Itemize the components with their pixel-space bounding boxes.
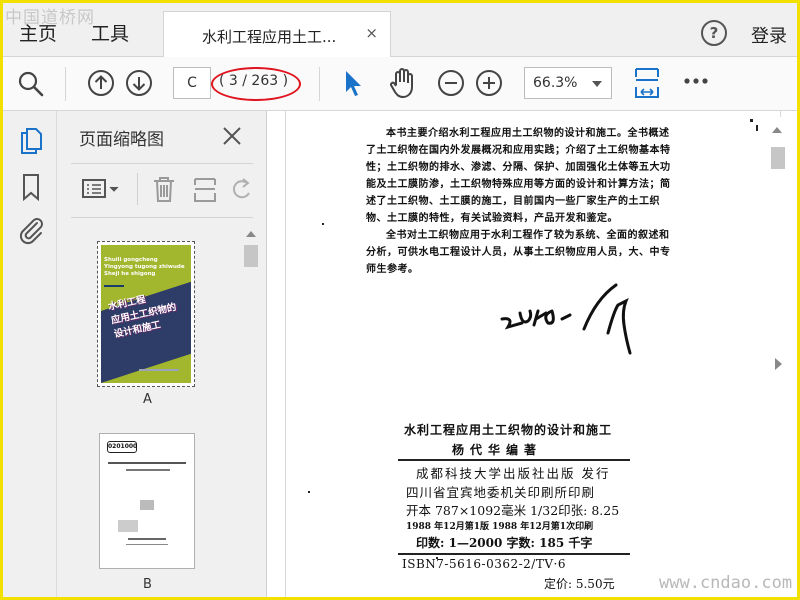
handwritten-signature bbox=[500, 283, 632, 355]
more-icon[interactable] bbox=[683, 75, 711, 87]
extract-page-icon[interactable] bbox=[191, 175, 219, 203]
divider bbox=[71, 163, 253, 164]
search-icon[interactable] bbox=[17, 70, 45, 98]
tab-bar: 中国道桥网 主页 工具 水利工程应用土工... × ? 登录 bbox=[3, 3, 797, 57]
intro-paragraph: 本书主要介绍水利工程应用土工织物的设计和施工。全书概述了土工织物在国内外发展概况… bbox=[366, 128, 671, 224]
watermark-bottom: www.cndao.com bbox=[659, 573, 793, 593]
fit-page-icon[interactable] bbox=[633, 65, 661, 101]
chevron-down-icon bbox=[592, 81, 602, 87]
thumbnail-panel-title: 页面缩略图 bbox=[79, 130, 164, 150]
colophon-print-count: 印数: 1—2000 字数: 185 千字 bbox=[416, 536, 593, 550]
cover-publisher-line bbox=[139, 369, 179, 371]
cover-pinyin: Shuili gongcheng Yingyong tugong zhiwude… bbox=[104, 257, 185, 277]
intro-paragraph: 全书对土工织物应用于水利工程作了较为系统、全面的叙述和分析，可供水电工程设计人员… bbox=[366, 230, 671, 275]
toolbar: C ( 3 / 263 ) 66.3% bbox=[3, 57, 797, 111]
rotate-icon[interactable] bbox=[231, 175, 253, 203]
colophon-isbn: ISBN7-5616-0362-2/TV·6 bbox=[402, 557, 566, 571]
book-cover: Shuili gongcheng Yingyong tugong zhiwude… bbox=[101, 245, 191, 383]
thumbnail-label-b: B bbox=[143, 577, 152, 592]
thumbnail-options-icon[interactable] bbox=[81, 177, 121, 201]
hand-icon[interactable] bbox=[387, 67, 417, 99]
zoom-out-icon[interactable] bbox=[437, 69, 465, 97]
close-tab-icon[interactable]: × bbox=[365, 24, 378, 42]
colophon-rule bbox=[398, 459, 630, 461]
document-page: 本书主要介绍水利工程应用土工织物的设计和施工。全书概述了土工织物在国内外发展概况… bbox=[285, 111, 781, 597]
tab-document-title: 水利工程应用土工... bbox=[202, 28, 337, 46]
colophon-publisher: 成都科技大学出版社出版 发行 bbox=[416, 466, 611, 481]
thumbnail-panel: 页面缩略图 Shuili gongcheng Yingyong tugong z… bbox=[57, 111, 267, 597]
page-down-icon[interactable] bbox=[125, 69, 153, 97]
select-pointer-icon[interactable] bbox=[341, 68, 365, 98]
nav-home[interactable]: 主页 bbox=[19, 19, 57, 46]
thumbnail-label-a: A bbox=[143, 392, 152, 407]
thumbnail-scrollbar[interactable] bbox=[241, 223, 261, 597]
red-annotation-ellipse bbox=[211, 67, 301, 101]
divider bbox=[71, 217, 253, 218]
colophon-printer: 四川省宜宾地委机关印刷所印刷 bbox=[406, 485, 596, 500]
colophon-size: 开本 787×1092毫米 1/32印张: 8.25 bbox=[406, 503, 620, 518]
page-up-icon[interactable] bbox=[87, 69, 115, 97]
close-icon[interactable] bbox=[221, 125, 243, 147]
scroll-up-icon[interactable] bbox=[245, 229, 257, 239]
toolbar-divider bbox=[65, 67, 66, 101]
colophon-rule bbox=[398, 553, 630, 555]
scrollbar-thumb[interactable] bbox=[244, 245, 258, 267]
colophon-price: 定价: 5.50元 bbox=[544, 577, 615, 591]
left-rail bbox=[3, 111, 57, 597]
colophon-edition: 1988 年12月第1版 1988 年12月第1次印刷 bbox=[406, 522, 594, 532]
help-icon[interactable]: ? bbox=[701, 20, 727, 46]
zoom-select[interactable]: 66.3% bbox=[524, 67, 612, 99]
colophon-title: 水利工程应用土工织物的设计和施工 bbox=[404, 423, 613, 437]
page-number-input[interactable]: C bbox=[173, 67, 211, 99]
thumbnail-stamp: 0201000 bbox=[107, 441, 137, 453]
expand-panel-handle[interactable] bbox=[775, 358, 782, 370]
attachment-icon[interactable] bbox=[17, 215, 45, 245]
login-button[interactable]: 登录 bbox=[751, 22, 787, 48]
app-window: 中国道桥网 主页 工具 水利工程应用土工... × ? 登录 C ( 3 / 2… bbox=[0, 0, 800, 600]
toolbar-divider bbox=[319, 67, 320, 101]
colophon-author: 杨代华编著 bbox=[452, 443, 543, 457]
zoom-value: 66.3% bbox=[533, 75, 578, 91]
nav-tools[interactable]: 工具 bbox=[91, 19, 129, 46]
thumbnail-page-a[interactable]: Shuili gongcheng Yingyong tugong zhiwude… bbox=[97, 241, 195, 387]
zoom-in-icon[interactable] bbox=[475, 69, 503, 97]
scrollbar-thumb[interactable] bbox=[771, 147, 785, 169]
thumbnail-page-b[interactable]: 0201000 bbox=[99, 433, 195, 569]
pages-icon[interactable] bbox=[19, 127, 43, 155]
intro-text: 本书主要介绍水利工程应用土工织物的设计和施工。全书概述了土工织物在国内外发展概况… bbox=[366, 125, 676, 278]
scroll-up-icon[interactable] bbox=[771, 125, 783, 135]
tab-document[interactable]: 水利工程应用土工... × bbox=[163, 11, 391, 57]
delete-icon[interactable] bbox=[151, 175, 177, 203]
cover-rule bbox=[104, 285, 124, 287]
toolbar-divider bbox=[137, 173, 138, 205]
document-area: 本书主要介绍水利工程应用土工织物的设计和施工。全书概述了土工织物在国内外发展概况… bbox=[267, 111, 797, 597]
bookmark-icon[interactable] bbox=[21, 173, 41, 201]
